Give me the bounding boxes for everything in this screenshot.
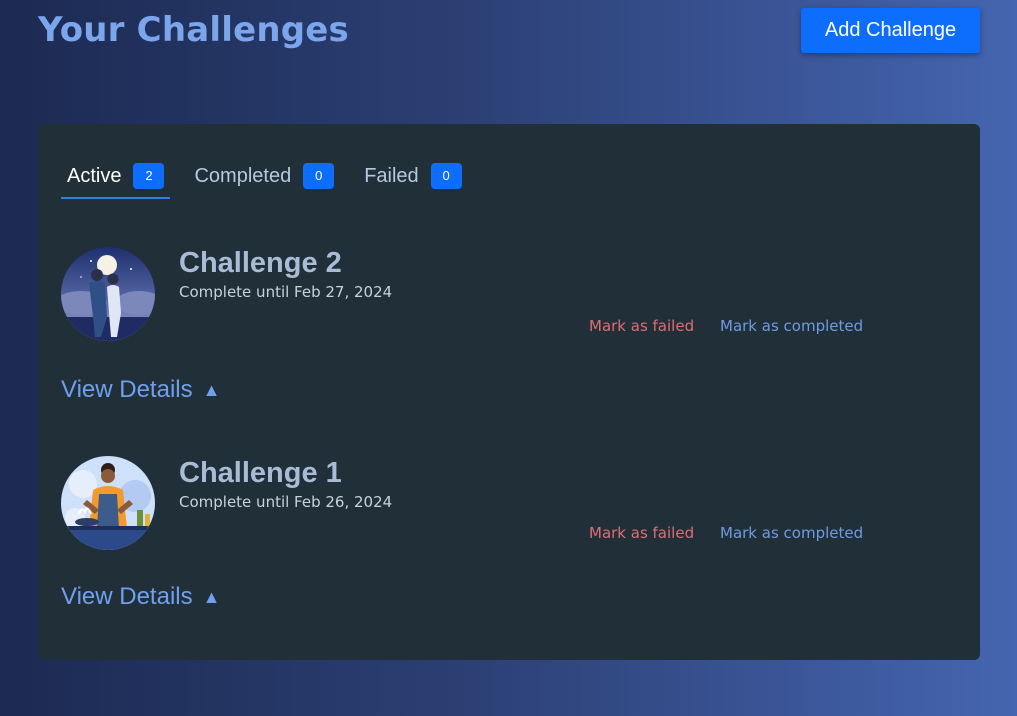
view-details-label: View Details — [61, 376, 193, 403]
challenges-card: Active 2 Completed 0 Failed 0 Challenge … — [38, 124, 980, 660]
mark-completed-link[interactable]: Mark as completed — [720, 317, 863, 335]
count-badge: 0 — [303, 163, 335, 189]
add-challenge-button[interactable]: Add Challenge — [801, 8, 980, 53]
challenge-title: Challenge 2 — [179, 247, 342, 279]
caret-up-icon: ▲ — [202, 379, 221, 400]
mark-failed-link[interactable]: Mark as failed — [589, 524, 694, 542]
caret-up-icon: ▲ — [202, 586, 221, 607]
count-badge: 0 — [430, 163, 462, 189]
tab-label: Failed — [364, 164, 419, 187]
page-title: Your Challenges — [38, 10, 349, 50]
tab-completed[interactable]: Completed 0 — [188, 154, 340, 198]
challenge-deadline: Complete until Feb 26, 2024 — [179, 493, 393, 511]
tab-bar: Active 2 Completed 0 Failed 0 — [61, 154, 486, 199]
couple-under-moon-illustration — [61, 247, 155, 341]
tab-failed[interactable]: Failed 0 — [358, 154, 467, 198]
view-details-toggle[interactable]: View Details ▲ — [61, 583, 220, 611]
man-cooking-illustration — [61, 456, 155, 550]
view-details-label: View Details — [61, 583, 193, 610]
challenge-title: Challenge 1 — [179, 457, 342, 489]
challenge-image — [61, 456, 155, 550]
view-details-toggle[interactable]: View Details ▲ — [61, 376, 220, 404]
tab-label: Active — [67, 164, 122, 187]
challenge-item: Challenge 2 Complete until Feb 27, 2024 … — [61, 247, 961, 427]
challenge-item: Challenge 1 Complete until Feb 26, 2024 … — [61, 456, 961, 637]
mark-completed-link[interactable]: Mark as completed — [720, 524, 863, 542]
challenge-image — [61, 247, 155, 341]
mark-failed-link[interactable]: Mark as failed — [589, 317, 694, 335]
challenge-deadline: Complete until Feb 27, 2024 — [179, 283, 393, 301]
count-badge: 2 — [133, 163, 165, 189]
tab-label: Completed — [194, 164, 292, 187]
tab-active[interactable]: Active 2 — [61, 154, 171, 199]
